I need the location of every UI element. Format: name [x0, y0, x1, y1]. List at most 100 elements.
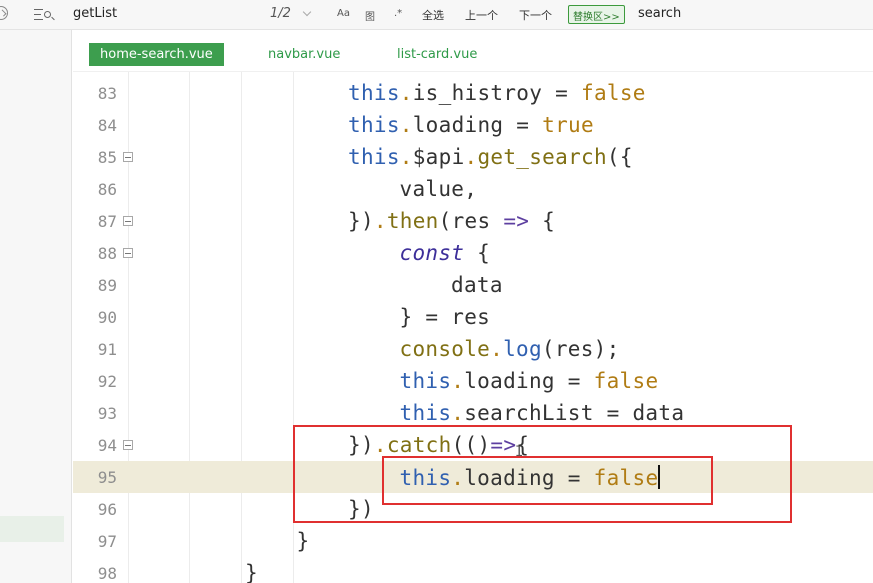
code-line[interactable]: 98}	[73, 557, 873, 583]
code-token: (res	[438, 209, 504, 233]
code-text: this.loading = false	[400, 369, 659, 393]
line-number: 86	[97, 180, 117, 199]
code-token: this	[348, 145, 400, 169]
code-token: log	[503, 337, 542, 361]
code-line[interactable]: 84 this.loading = true	[73, 109, 873, 141]
regex-toggle[interactable]: .*	[394, 8, 402, 19]
code-line[interactable]: 97}	[73, 525, 873, 557]
line-number: 84	[97, 116, 117, 135]
search-input[interactable]: getList	[73, 6, 117, 21]
code-token: .	[451, 401, 465, 425]
code-token: $api	[412, 145, 465, 169]
code-token: {	[529, 209, 556, 233]
code-line[interactable]: 91 console.log(res);	[73, 333, 873, 365]
check-circle-icon[interactable]	[0, 6, 8, 20]
fold-collapse-icon[interactable]	[123, 248, 133, 258]
code-text: }).then(res => {	[348, 209, 555, 233]
code-token: this	[399, 401, 452, 425]
code-token: .	[399, 113, 413, 137]
line-number: 96	[97, 500, 117, 519]
tab-list-card[interactable]: list-card.vue	[386, 43, 488, 66]
line-number: 98	[97, 564, 117, 583]
line-number: 88	[97, 244, 117, 263]
chevron-down-icon[interactable]	[302, 7, 312, 17]
line-number: 94	[97, 436, 117, 455]
next-match-button[interactable]: 下一个	[519, 7, 552, 23]
code-token: searchList = data	[464, 401, 685, 425]
code-token: ({	[606, 145, 633, 169]
code-token: .	[464, 145, 478, 169]
code-token: false	[593, 369, 659, 393]
code-token: } = res	[399, 305, 491, 329]
code-token: .	[373, 209, 387, 233]
match-case-toggle[interactable]: Aa	[337, 8, 350, 19]
code-token: is_histroy =	[412, 81, 581, 105]
line-number: 95	[97, 468, 117, 487]
code-text: }	[245, 561, 258, 583]
project-sidebar	[0, 30, 72, 583]
code-text: this.$api.get_search({	[348, 145, 633, 169]
code-text: const {	[400, 241, 491, 265]
code-text: value,	[400, 177, 478, 201]
line-number: 91	[97, 340, 117, 359]
code-token: this	[399, 369, 452, 393]
code-line[interactable]: 89 data	[73, 269, 873, 301]
line-number: 97	[97, 532, 117, 551]
code-line[interactable]: 87}).then(res => {	[73, 205, 873, 237]
line-number: 93	[97, 404, 117, 423]
fold-collapse-icon[interactable]	[123, 152, 133, 162]
tab-home-search[interactable]: home-search.vue	[89, 43, 224, 66]
code-line[interactable]: 83 this.is_histroy = false	[73, 77, 873, 109]
code-line[interactable]: 90 } = res	[73, 301, 873, 333]
whole-word-toggle[interactable]: 图	[365, 8, 375, 23]
code-token: })	[348, 209, 374, 233]
select-all-button[interactable]: 全选	[422, 7, 444, 23]
code-token: .	[451, 369, 465, 393]
code-token: true	[542, 113, 594, 137]
replace-toggle-button[interactable]: 替换区>>	[568, 5, 625, 24]
editor-tabs: home-search.vue navbar.vue list-card.vue	[73, 30, 873, 72]
code-token: {	[464, 241, 491, 265]
code-token: .	[399, 145, 413, 169]
code-token: loading =	[464, 369, 594, 393]
code-token: value,	[399, 177, 478, 201]
line-number: 89	[97, 276, 117, 295]
find-in-list-icon[interactable]	[34, 6, 56, 24]
code-token: false	[581, 81, 646, 105]
code-token: (res);	[541, 337, 620, 361]
code-text: } = res	[400, 305, 491, 329]
code-text: this.searchList = data	[400, 401, 685, 425]
tab-navbar[interactable]: navbar.vue	[257, 43, 351, 66]
code-line[interactable]: 88 const {	[73, 237, 873, 269]
code-line[interactable]: 86 value,	[73, 173, 873, 205]
code-text: console.log(res);	[400, 337, 620, 361]
code-token: const	[399, 241, 465, 265]
code-text: }	[297, 529, 310, 553]
code-token: this	[348, 113, 400, 137]
code-token: .	[490, 337, 504, 361]
match-count: 1/2	[270, 6, 291, 21]
find-replace-bar: getList 1/2 Aa 图 .* 全选 上一个 下一个 替换区>> sea…	[0, 0, 873, 30]
code-token: .	[399, 81, 413, 105]
line-number: 83	[97, 84, 117, 103]
code-token: then	[386, 209, 439, 233]
code-token: loading =	[412, 113, 543, 137]
code-text: data	[451, 273, 503, 297]
code-line[interactable]: 85 this.$api.get_search({	[73, 141, 873, 173]
code-token: =>	[503, 209, 530, 233]
code-text: this.is_histroy = false	[348, 81, 646, 105]
line-number: 85	[97, 148, 117, 167]
line-number: 92	[97, 372, 117, 391]
line-number: 87	[97, 212, 117, 231]
line-number: 90	[97, 308, 117, 327]
prev-match-button[interactable]: 上一个	[465, 7, 498, 23]
code-token: }	[245, 561, 258, 583]
code-line[interactable]: 92 this.loading = false	[73, 365, 873, 397]
replace-input[interactable]: search	[638, 6, 681, 21]
fold-collapse-icon[interactable]	[123, 216, 133, 226]
code-token: }	[296, 529, 310, 553]
annotation-box-loading-line	[382, 456, 713, 505]
selected-file-row[interactable]	[0, 516, 64, 542]
fold-collapse-icon[interactable]	[123, 440, 133, 450]
code-text: this.loading = true	[348, 113, 594, 137]
